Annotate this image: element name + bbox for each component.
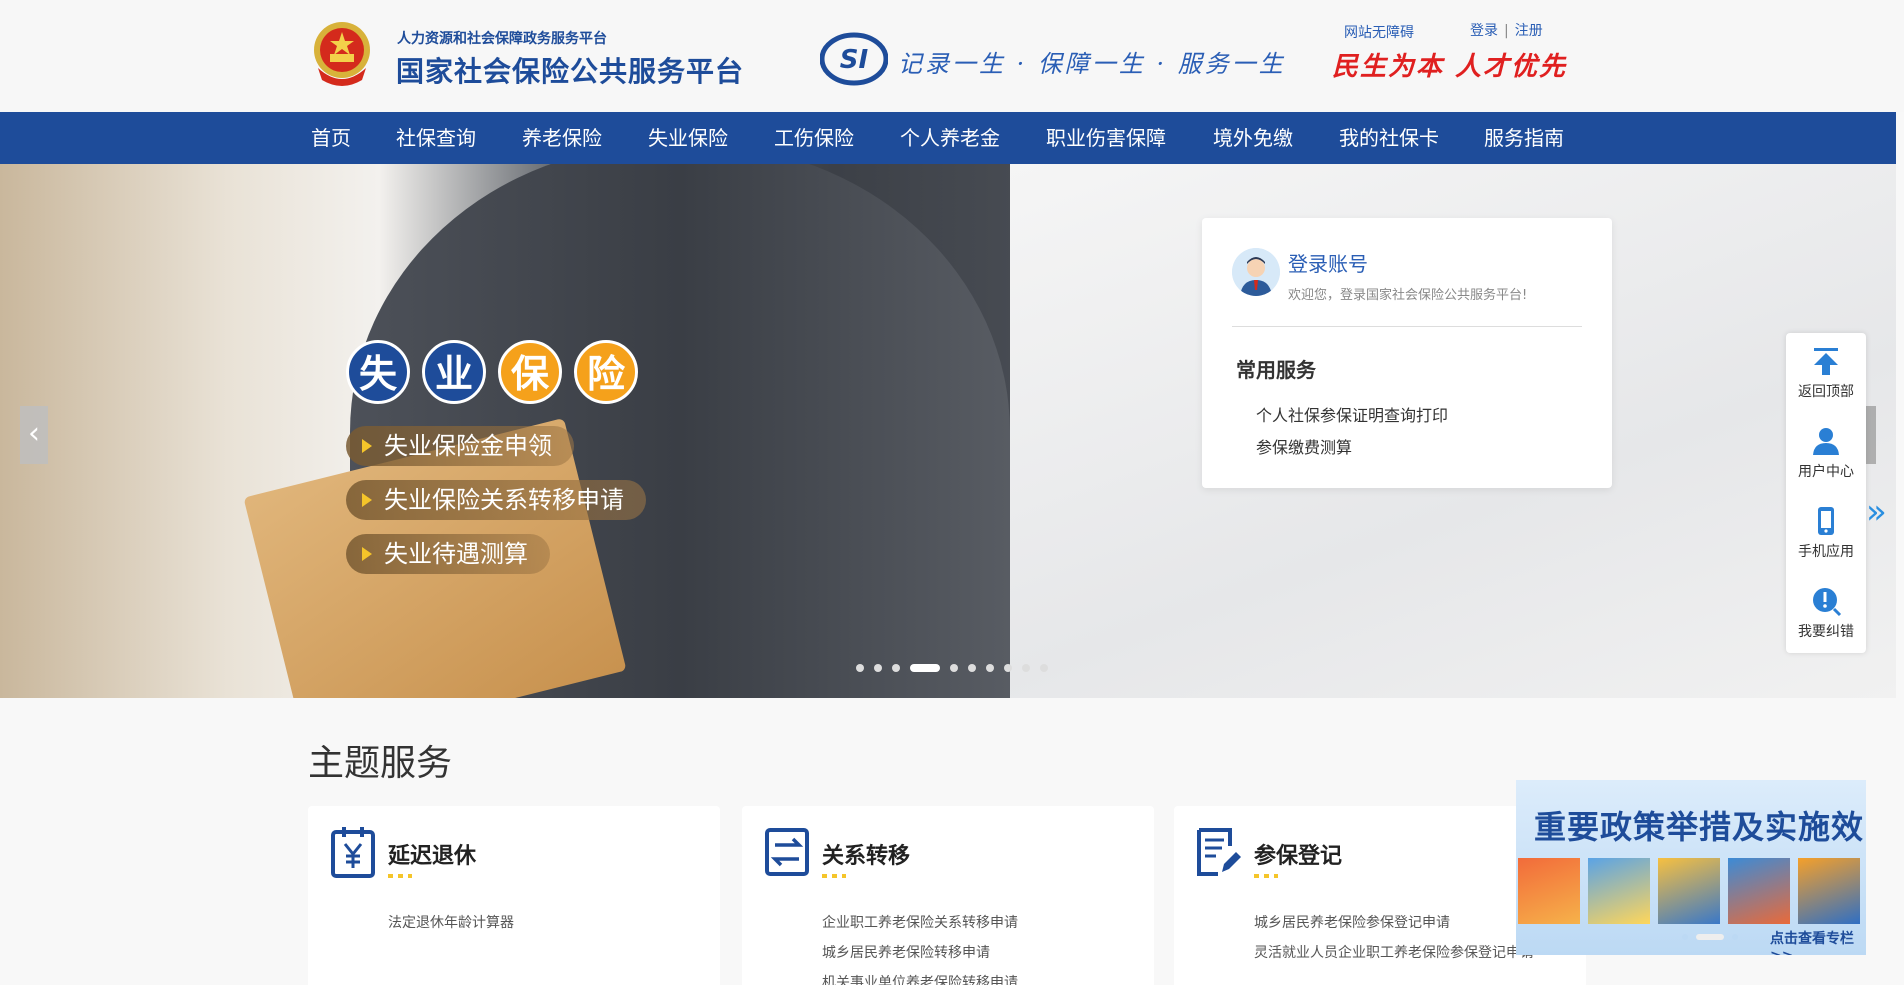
phone-icon: [1818, 507, 1834, 535]
main-nav: 首页 社保查询 养老保险 失业保险 工伤保险 个人养老金 职业伤害保障 境外免缴…: [0, 112, 1896, 164]
banner-dot[interactable]: [874, 664, 882, 672]
report-error-label: 我要纠错: [1798, 624, 1854, 640]
login-account-link[interactable]: 登录账号: [1288, 248, 1368, 277]
service-card-underline: [1254, 874, 1278, 878]
common-service-item[interactable]: 参保缴费测算: [1256, 434, 1352, 458]
service-link[interactable]: 城乡居民养老保险参保登记申请: [1254, 912, 1450, 932]
si-logo-text: SI: [840, 45, 869, 75]
banner-dot[interactable]: [968, 664, 976, 672]
nav-item-pension[interactable]: 养老保险: [522, 112, 602, 164]
expand-toolbar-icon[interactable]: »: [1866, 492, 1887, 532]
site-title[interactable]: 国家社会保险公共服务平台: [396, 50, 744, 90]
user-center-label: 用户中心: [1798, 464, 1854, 480]
si-logo-icon: SI: [820, 32, 888, 86]
nav-item-overseas-exemption[interactable]: 境外免缴: [1213, 112, 1293, 164]
common-services-title: 常用服务: [1236, 358, 1316, 382]
nav-item-home[interactable]: 首页: [311, 112, 351, 164]
policy-images: [1516, 858, 1866, 924]
motto: 民生为本 人才优先: [1332, 52, 1568, 82]
nav-item-my-social-card[interactable]: 我的社保卡: [1339, 112, 1439, 164]
policy-banner[interactable]: 重要政策举措及实施效果 点击查看专栏 >>: [1516, 780, 1866, 955]
policy-image: [1588, 858, 1650, 924]
nav-item-injury[interactable]: 工伤保险: [774, 112, 854, 164]
policy-dot[interactable]: [1682, 934, 1688, 940]
policy-image: [1728, 858, 1790, 924]
banner-dot[interactable]: [1040, 664, 1048, 672]
back-to-top-label: 返回顶部: [1798, 384, 1854, 400]
alert-icon: [1813, 588, 1842, 617]
mobile-app-label: 手机应用: [1798, 544, 1854, 560]
arrow-up-icon: [1814, 348, 1838, 375]
banner-circle-4: 险: [574, 340, 638, 404]
service-card-relation-transfer: 关系转移 企业职工养老保险关系转移申请 城乡居民养老保险转移申请 机关事业单位养…: [742, 806, 1154, 985]
login-link[interactable]: 登录: [1470, 23, 1498, 39]
nav-item-personal-pension[interactable]: 个人养老金: [900, 112, 1000, 164]
banner-dot[interactable]: [1022, 664, 1030, 672]
user-center-button[interactable]: 用户中心: [1786, 413, 1866, 493]
banner-dot[interactable]: [1004, 664, 1012, 672]
policy-dot-active[interactable]: [1696, 934, 1724, 940]
site-header: 人力资源和社会保障政务服务平台 国家社会保险公共服务平台 SI 记录一生 · 保…: [0, 0, 1904, 112]
yen-clipboard-icon: [331, 827, 375, 878]
back-to-top-button[interactable]: 返回顶部: [1786, 333, 1866, 413]
banner-dot[interactable]: [950, 664, 958, 672]
service-link[interactable]: 企业职工养老保险关系转移申请: [822, 912, 1018, 932]
banner-prev-button[interactable]: ‹: [20, 406, 48, 464]
banner-dot[interactable]: [856, 664, 864, 672]
report-error-button[interactable]: 我要纠错: [1786, 573, 1866, 653]
service-card-title[interactable]: 参保登记: [1254, 838, 1342, 870]
policy-dot[interactable]: [1732, 934, 1738, 940]
policy-image: [1518, 858, 1580, 924]
service-card-title[interactable]: 关系转移: [822, 838, 910, 870]
banner-pill-2[interactable]: 失业保险关系转移申请: [346, 480, 646, 520]
service-link[interactable]: 灵活就业人员企业职工养老保险参保登记申请: [1254, 942, 1534, 962]
banner-dot[interactable]: [986, 664, 994, 672]
policy-image: [1798, 858, 1860, 924]
banner-pill-3[interactable]: 失业待遇测算: [346, 534, 550, 574]
service-link[interactable]: 城乡居民养老保险转移申请: [822, 942, 990, 962]
transfer-icon: [765, 828, 809, 876]
theme-services-title: 主题服务: [308, 743, 453, 784]
site-sub-title: 人力资源和社会保障政务服务平台: [397, 31, 607, 47]
login-card: 登录账号 欢迎您，登录国家社会保险公共服务平台! 常用服务 个人社保参保证明查询…: [1202, 218, 1612, 488]
national-emblem-icon: [314, 22, 370, 86]
service-card-underline: [822, 874, 846, 878]
float-toolbar: 返回顶部 用户中心 手机应用 我要纠错: [1786, 333, 1866, 653]
banner-circle-3: 保: [498, 340, 562, 404]
policy-more-link[interactable]: 点击查看专栏 >>: [1770, 928, 1866, 955]
auth-links: 登录 | 注册: [1470, 20, 1543, 40]
banner-dot[interactable]: [892, 664, 900, 672]
nav-item-social-query[interactable]: 社保查询: [396, 112, 476, 164]
avatar-icon[interactable]: [1232, 248, 1280, 296]
card-divider: [1232, 326, 1582, 327]
user-icon: [1813, 428, 1839, 455]
banner-next-handle[interactable]: [1866, 406, 1876, 464]
accessibility-link[interactable]: 网站无障碍: [1344, 22, 1414, 42]
banner-circle-2: 业: [422, 340, 486, 404]
nav-item-unemployment[interactable]: 失业保险: [648, 112, 728, 164]
common-service-item[interactable]: 个人社保参保证明查询打印: [1256, 402, 1448, 426]
nav-item-service-guide[interactable]: 服务指南: [1484, 112, 1564, 164]
policy-image: [1658, 858, 1720, 924]
slogan: 记录一生 · 保障一生 · 服务一生: [898, 50, 1286, 78]
service-card-underline: [388, 874, 412, 878]
register-link[interactable]: 注册: [1515, 23, 1543, 39]
auth-separator: |: [1504, 23, 1509, 39]
mobile-app-button[interactable]: 手机应用: [1786, 493, 1866, 573]
service-card-delayed-retirement: 延迟退休 法定退休年龄计算器: [308, 806, 720, 985]
service-link[interactable]: 法定退休年龄计算器: [388, 912, 514, 932]
banner-pill-1[interactable]: 失业保险金申领: [346, 426, 574, 466]
service-card-title[interactable]: 延迟退休: [388, 838, 476, 870]
banner-dot-active[interactable]: [910, 664, 940, 672]
banner-circle-1: 失: [346, 340, 410, 404]
document-edit-icon: [1197, 828, 1241, 876]
service-link[interactable]: 机关事业单位养老保险转移申请: [822, 972, 1018, 985]
login-welcome-text: 欢迎您，登录国家社会保险公共服务平台!: [1288, 288, 1528, 303]
nav-item-occupational-injury[interactable]: 职业伤害保障: [1046, 112, 1166, 164]
